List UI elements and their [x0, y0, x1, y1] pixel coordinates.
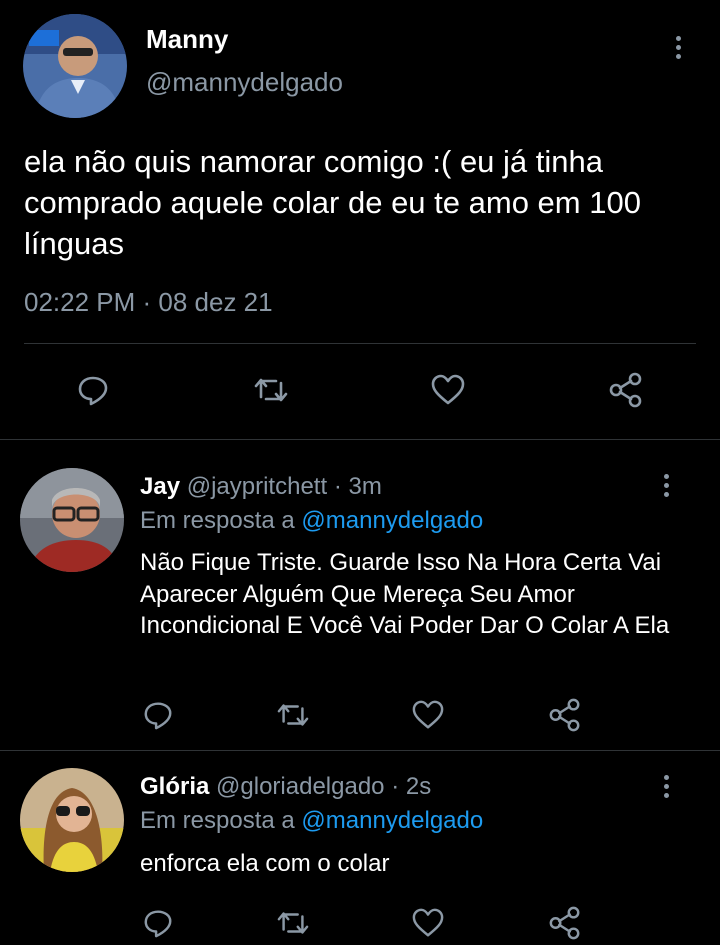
- more-options-icon[interactable]: [656, 470, 676, 500]
- reply-icon[interactable]: [136, 693, 180, 737]
- reply-icon[interactable]: [136, 901, 180, 945]
- reply-header: Glória @gloriadelgado · 2s: [140, 773, 431, 801]
- divider: [24, 343, 696, 344]
- reply-icon[interactable]: [71, 368, 115, 412]
- tweet-timestamp: 02:22 PM · 08 dez 21: [24, 287, 273, 317]
- more-options-icon[interactable]: [668, 32, 688, 62]
- share-icon[interactable]: [604, 368, 648, 412]
- reply-prefix: Em resposta a: [140, 807, 295, 834]
- tweet-text: ela não quis namorar comigo :( eu já tin…: [24, 144, 641, 261]
- mention-link[interactable]: @mannydelgado: [301, 507, 483, 534]
- avatar[interactable]: [23, 14, 127, 118]
- reply-time: · 3m: [333, 473, 382, 500]
- share-icon[interactable]: [543, 693, 587, 737]
- author-handle[interactable]: @jaypritchett: [187, 473, 327, 500]
- reply-text: Não Fique Triste. Guarde Isso Na Hora Ce…: [140, 549, 670, 639]
- reply-context: Em resposta a @mannydelgado: [140, 807, 483, 835]
- retweet-icon[interactable]: [271, 693, 315, 737]
- share-icon[interactable]: [543, 901, 587, 945]
- more-options-icon[interactable]: [656, 771, 676, 801]
- avatar[interactable]: [20, 768, 124, 872]
- author-name[interactable]: Glória: [140, 773, 209, 800]
- main-tweet: Manny @mannydelgado ela não quis namorar…: [0, 0, 720, 440]
- author-name[interactable]: Jay: [140, 473, 180, 500]
- avatar[interactable]: [20, 468, 124, 572]
- mention-link[interactable]: @mannydelgado: [301, 807, 483, 834]
- reply-context: Em resposta a @mannydelgado: [140, 507, 483, 535]
- like-icon[interactable]: [406, 693, 450, 737]
- reply-time: · 2s: [391, 773, 432, 800]
- author-name[interactable]: Manny: [146, 24, 228, 55]
- like-icon[interactable]: [426, 368, 470, 412]
- author-handle[interactable]: @mannydelgado: [146, 67, 343, 98]
- retweet-icon[interactable]: [271, 901, 315, 945]
- reply-prefix: Em resposta a: [140, 507, 295, 534]
- author-handle[interactable]: @gloriadelgado: [216, 773, 384, 800]
- reply-tweet: Glória @gloriadelgado · 2s Em resposta a…: [0, 751, 720, 941]
- reply-tweet: Jay @jaypritchett · 3m Em resposta a @ma…: [0, 440, 720, 751]
- like-icon[interactable]: [406, 901, 450, 945]
- retweet-icon[interactable]: [249, 368, 293, 412]
- reply-header: Jay @jaypritchett · 3m: [140, 473, 382, 501]
- reply-text: enforca ela com o colar: [140, 850, 390, 877]
